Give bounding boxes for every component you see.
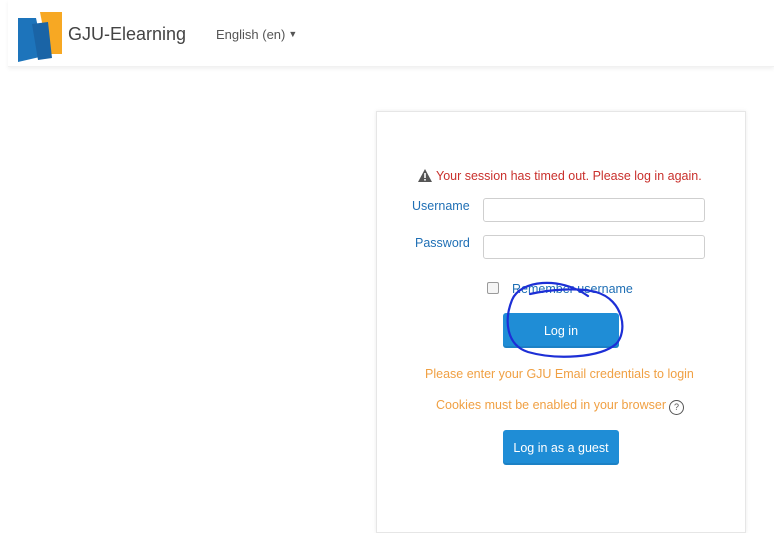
password-label: Password bbox=[415, 236, 470, 250]
remember-username-label: Remember username bbox=[512, 282, 633, 296]
alert-text: Your session has timed out. Please log i… bbox=[436, 169, 702, 183]
cookies-note-text: Cookies must be enabled in your browser bbox=[436, 398, 666, 412]
session-timeout-alert: Your session has timed out. Please log i… bbox=[418, 169, 702, 183]
login-button[interactable]: Log in bbox=[503, 313, 619, 348]
site-name[interactable]: GJU-Elearning bbox=[68, 24, 186, 45]
credentials-note: Please enter your GJU Email credentials … bbox=[425, 367, 694, 381]
warning-icon bbox=[418, 169, 432, 182]
username-label: Username bbox=[412, 199, 470, 213]
gju-logo-icon[interactable] bbox=[18, 12, 62, 62]
remember-username-option[interactable]: Remember username bbox=[487, 282, 633, 296]
cookies-note: Cookies must be enabled in your browser? bbox=[436, 398, 684, 415]
top-navbar: GJU-Elearning English (en) ▼ bbox=[8, 0, 774, 67]
remember-username-checkbox[interactable] bbox=[487, 282, 499, 294]
guest-login-button[interactable]: Log in as a guest bbox=[503, 430, 619, 465]
username-input[interactable] bbox=[483, 198, 705, 222]
help-icon[interactable]: ? bbox=[668, 400, 684, 415]
language-selector[interactable]: English (en) ▼ bbox=[216, 27, 297, 42]
caret-down-icon: ▼ bbox=[288, 29, 298, 39]
password-input[interactable] bbox=[483, 235, 705, 259]
language-label: English (en) bbox=[216, 27, 286, 42]
